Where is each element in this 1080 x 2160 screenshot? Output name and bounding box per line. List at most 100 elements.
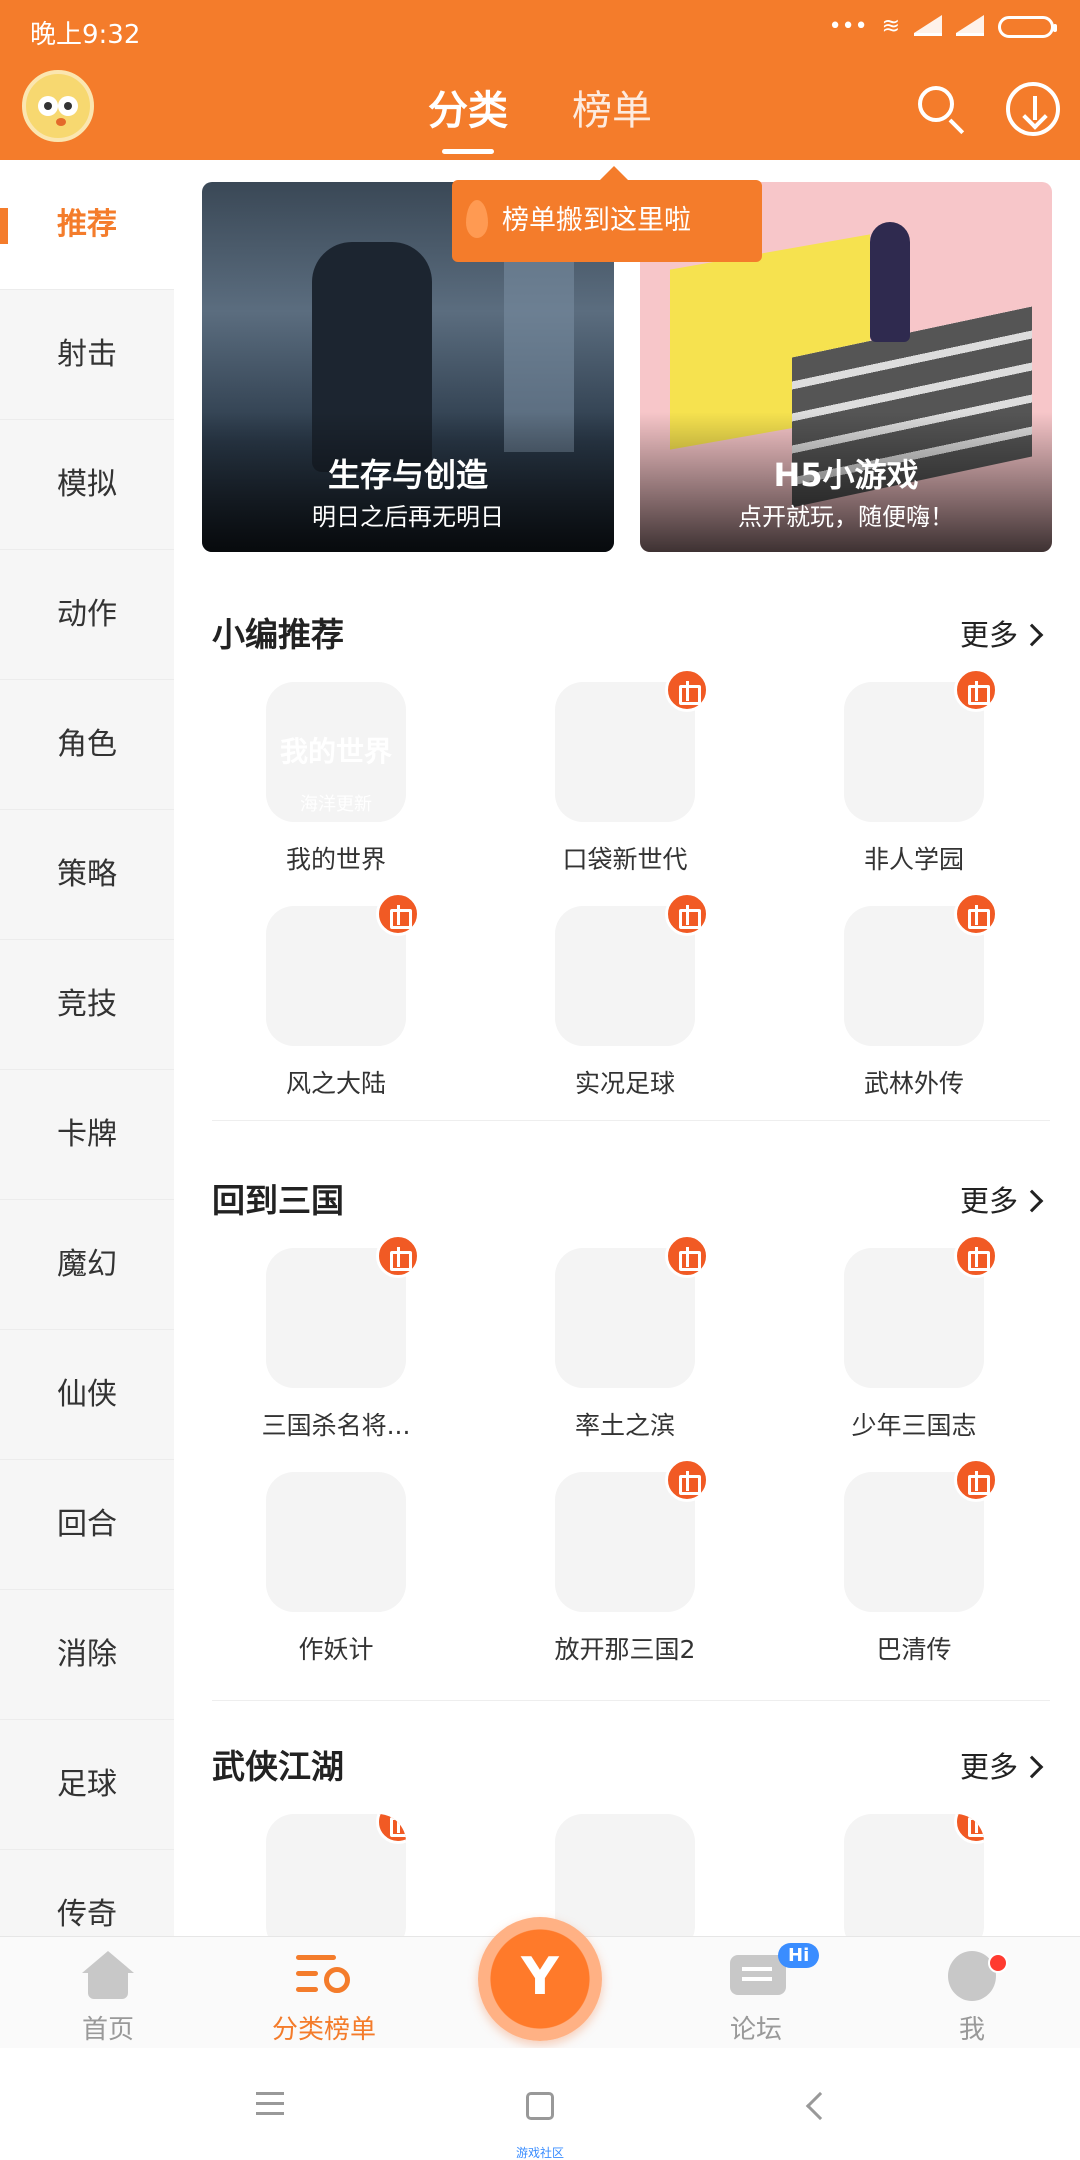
- sidebar-item-football[interactable]: 足球: [0, 1720, 174, 1850]
- game-card[interactable]: 武林外传: [794, 892, 1034, 1100]
- game-icon: [844, 1458, 998, 1612]
- game-card[interactable]: 三国杀名将...: [216, 1234, 456, 1442]
- sidebar-item-recommend[interactable]: 推荐: [0, 160, 174, 290]
- sidebar-item-xianxia[interactable]: 仙侠: [0, 1330, 174, 1460]
- game-icon: [844, 1814, 984, 1936]
- nav-me[interactable]: 我: [902, 1937, 1042, 2049]
- section-more-link[interactable]: 更多: [959, 1744, 1044, 1786]
- section-divider: [212, 1120, 1050, 1121]
- section-more-link[interactable]: 更多: [959, 1178, 1044, 1220]
- sidebar-item-rpg[interactable]: 角色: [0, 680, 174, 810]
- status-time: 晚上9:32: [30, 20, 141, 50]
- game-card[interactable]: [216, 1814, 456, 1936]
- icon-subtext: 海洋更新: [300, 794, 372, 815]
- nav-forum[interactable]: Hi 论坛: [686, 1937, 826, 2049]
- section-title: 回到三国: [212, 1181, 344, 1220]
- game-icon: [555, 1234, 709, 1388]
- game-name: 实况足球: [574, 1069, 675, 1098]
- center-logo-button[interactable]: Y: [478, 1917, 602, 2041]
- game-card[interactable]: 口袋新世代: [505, 668, 745, 876]
- chevron-right-icon: [1020, 623, 1044, 647]
- game-name: 三国杀名将...: [261, 1411, 411, 1440]
- banner-art-pawn: [870, 222, 910, 342]
- game-card[interactable]: 实况足球: [505, 892, 745, 1100]
- category-sidebar: 推荐 射击 模拟 动作 角色 策略 竞技 卡牌 魔幻 仙侠 回合 消除 足球 传…: [0, 160, 174, 1936]
- home-body: [88, 1971, 128, 1999]
- gift-icon: [665, 892, 709, 936]
- game-card[interactable]: 非人学园: [794, 668, 1034, 876]
- game-card[interactable]: 放开那三国2: [505, 1458, 745, 1666]
- more-label: 更多: [959, 1750, 1018, 1784]
- nav-category-rank[interactable]: 分类榜单: [254, 1937, 394, 2049]
- icon-lens: [324, 1967, 350, 1993]
- more-dots-icon: •••: [828, 14, 868, 39]
- more-label: 更多: [959, 618, 1018, 652]
- sidebar-item-fantasy[interactable]: 魔幻: [0, 1200, 174, 1330]
- game-card[interactable]: 作妖计: [216, 1472, 456, 1666]
- ranking-moved-tooltip[interactable]: 榜单搬到这里啦: [452, 166, 762, 262]
- tooltip-drop-icon: [466, 200, 488, 238]
- top-bar: 晚上9:32 ••• ≋ 分类 榜单: [0, 0, 1080, 160]
- icon-bar: [296, 1971, 318, 1976]
- game-icon: [555, 892, 709, 1046]
- banner-subtitle: 点开就玩，随便嗨！: [738, 503, 954, 531]
- sidebar-item-simulation[interactable]: 模拟: [0, 420, 174, 550]
- sidebar-item-turn-based[interactable]: 回合: [0, 1460, 174, 1590]
- home-square-icon[interactable]: [526, 2092, 554, 2120]
- tab-ranking[interactable]: 榜单: [572, 78, 652, 136]
- game-icon: [555, 668, 709, 822]
- section-title: 武侠江湖: [212, 1747, 344, 1786]
- gift-icon: [954, 668, 998, 712]
- game-icon: [266, 892, 420, 1046]
- gift-icon: [376, 1234, 420, 1278]
- gift-icon: [954, 892, 998, 936]
- banner-subtitle: 明日之后再无明日: [312, 503, 504, 531]
- tab-category[interactable]: 分类: [428, 78, 508, 154]
- icon-bar: [296, 1955, 336, 1960]
- icon-bar: [296, 1987, 318, 1992]
- search-icon[interactable]: [914, 82, 968, 136]
- game-card[interactable]: 风之大陆: [216, 892, 456, 1100]
- game-card[interactable]: 巴清传: [794, 1458, 1034, 1666]
- gift-icon: [665, 668, 709, 712]
- main-content: 生存与创造 明日之后再无明日 H5小游戏 点开就玩，随便嗨！ 榜单搬到这里啦 小…: [174, 160, 1080, 1936]
- search-handle: [948, 118, 965, 135]
- menu-icon[interactable]: [256, 2092, 284, 2095]
- game-name: 率土之滨: [574, 1411, 675, 1440]
- game-card[interactable]: 我的世界 海洋更新 我的世界: [216, 682, 456, 876]
- section-more-link[interactable]: 更多: [959, 612, 1044, 654]
- game-name: 口袋新世代: [562, 845, 688, 874]
- game-icon: [266, 1814, 406, 1936]
- nav-home[interactable]: 首页: [38, 1937, 178, 2049]
- game-name: 风之大陆: [285, 1069, 386, 1098]
- search-ring: [918, 86, 954, 122]
- sidebar-item-action[interactable]: 动作: [0, 550, 174, 680]
- game-card[interactable]: [794, 1814, 1034, 1936]
- download-icon[interactable]: [1006, 82, 1060, 136]
- sidebar-item-competitive[interactable]: 竞技: [0, 940, 174, 1070]
- chevron-right-icon: [1020, 1189, 1044, 1213]
- sidebar-item-shooter[interactable]: 射击: [0, 290, 174, 420]
- system-nav-bar: 游戏社区: [0, 2048, 1080, 2160]
- game-card[interactable]: 率土之滨: [505, 1234, 745, 1442]
- game-name: 我的世界: [285, 845, 386, 874]
- forum-icon: [730, 1955, 786, 1995]
- game-card[interactable]: 少年三国志: [794, 1234, 1034, 1442]
- category-rank-icon: [296, 1951, 352, 1999]
- battery-icon: [998, 15, 1057, 38]
- sidebar-item-match[interactable]: 消除: [0, 1590, 174, 1720]
- game-icon: [555, 1458, 709, 1612]
- sidebar-item-strategy[interactable]: 策略: [0, 810, 174, 940]
- sidebar-item-legend[interactable]: 传奇: [0, 1850, 174, 1936]
- game-name: 少年三国志: [851, 1411, 977, 1440]
- back-icon[interactable]: [805, 2091, 835, 2121]
- game-name: 武林外传: [863, 1069, 964, 1098]
- game-icon: [844, 668, 998, 822]
- home-roof: [82, 1951, 134, 1973]
- sidebar-item-card[interactable]: 卡牌: [0, 1070, 174, 1200]
- wifi-icon: ≋: [881, 14, 900, 39]
- icon-text: 我的世界: [279, 735, 392, 768]
- gift-icon: [954, 1458, 998, 1502]
- more-label: 更多: [959, 1184, 1018, 1218]
- game-icon-minecraft: 我的世界 海洋更新: [266, 682, 406, 822]
